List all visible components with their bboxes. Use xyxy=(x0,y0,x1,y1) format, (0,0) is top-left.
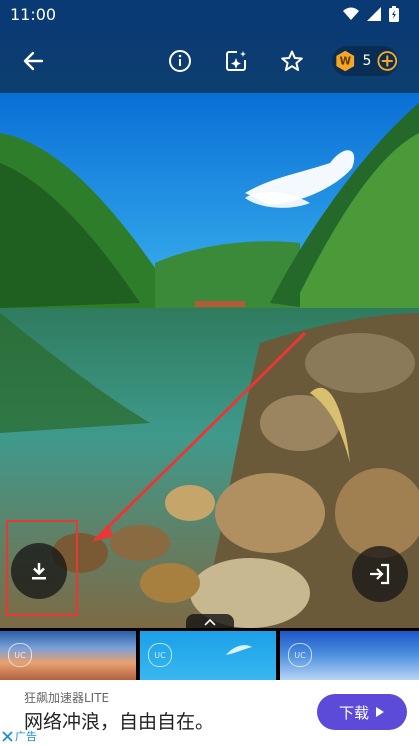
ad-label-text: 广告 xyxy=(15,730,37,743)
status-bar: 11:00 xyxy=(0,0,419,30)
status-icons xyxy=(343,6,399,22)
coin-hexagon-icon: W xyxy=(336,50,355,72)
coin-symbol: W xyxy=(340,56,352,68)
back-button[interactable] xyxy=(18,46,48,76)
toolbar: W 5 xyxy=(0,30,419,93)
login-arrow-icon xyxy=(370,563,390,585)
ad-label[interactable]: 广告 xyxy=(2,728,37,744)
battery-icon xyxy=(389,6,399,22)
ad-banner[interactable]: 狂飙加速器LITE 网络冲浪，自由自在。 下载 广告 xyxy=(0,680,419,745)
close-icon[interactable] xyxy=(2,730,13,742)
coin-count: 5 xyxy=(362,53,372,69)
cloud-wisp-shape xyxy=(226,645,252,655)
thumbnail-item[interactable]: UC xyxy=(280,631,419,680)
thumbnail-strip: UC UC UC xyxy=(0,628,419,680)
add-coins-icon[interactable] xyxy=(377,50,398,72)
magic-edit-button[interactable] xyxy=(221,46,251,76)
ad-download-button[interactable]: 下载 xyxy=(317,694,407,730)
uc-badge: UC xyxy=(148,643,172,667)
uc-badge: UC xyxy=(288,643,312,667)
info-button[interactable] xyxy=(165,46,195,76)
coin-balance[interactable]: W 5 xyxy=(332,46,398,76)
favorite-button[interactable] xyxy=(277,46,307,76)
play-triangle-icon xyxy=(376,707,384,717)
thumbnail-item[interactable]: UC xyxy=(0,631,136,680)
sparkle-edit-icon xyxy=(226,51,246,71)
apply-wallpaper-button[interactable] xyxy=(352,546,408,602)
ad-text: 网络冲浪，自由自在。 xyxy=(24,711,215,733)
signal-icon xyxy=(367,7,381,21)
ad-download-label: 下载 xyxy=(338,703,369,722)
star-outline-icon xyxy=(281,50,303,71)
info-icon xyxy=(169,50,191,72)
annotation-highlight-box xyxy=(6,520,78,616)
arrow-left-icon xyxy=(23,51,44,71)
uc-badge: UC xyxy=(8,643,32,667)
status-time: 11:00 xyxy=(10,5,57,24)
ad-title: 狂飙加速器LITE xyxy=(24,691,110,705)
wifi-icon xyxy=(343,7,359,20)
thumbnail-item[interactable]: UC xyxy=(140,631,276,680)
chevron-up-icon xyxy=(204,618,216,626)
